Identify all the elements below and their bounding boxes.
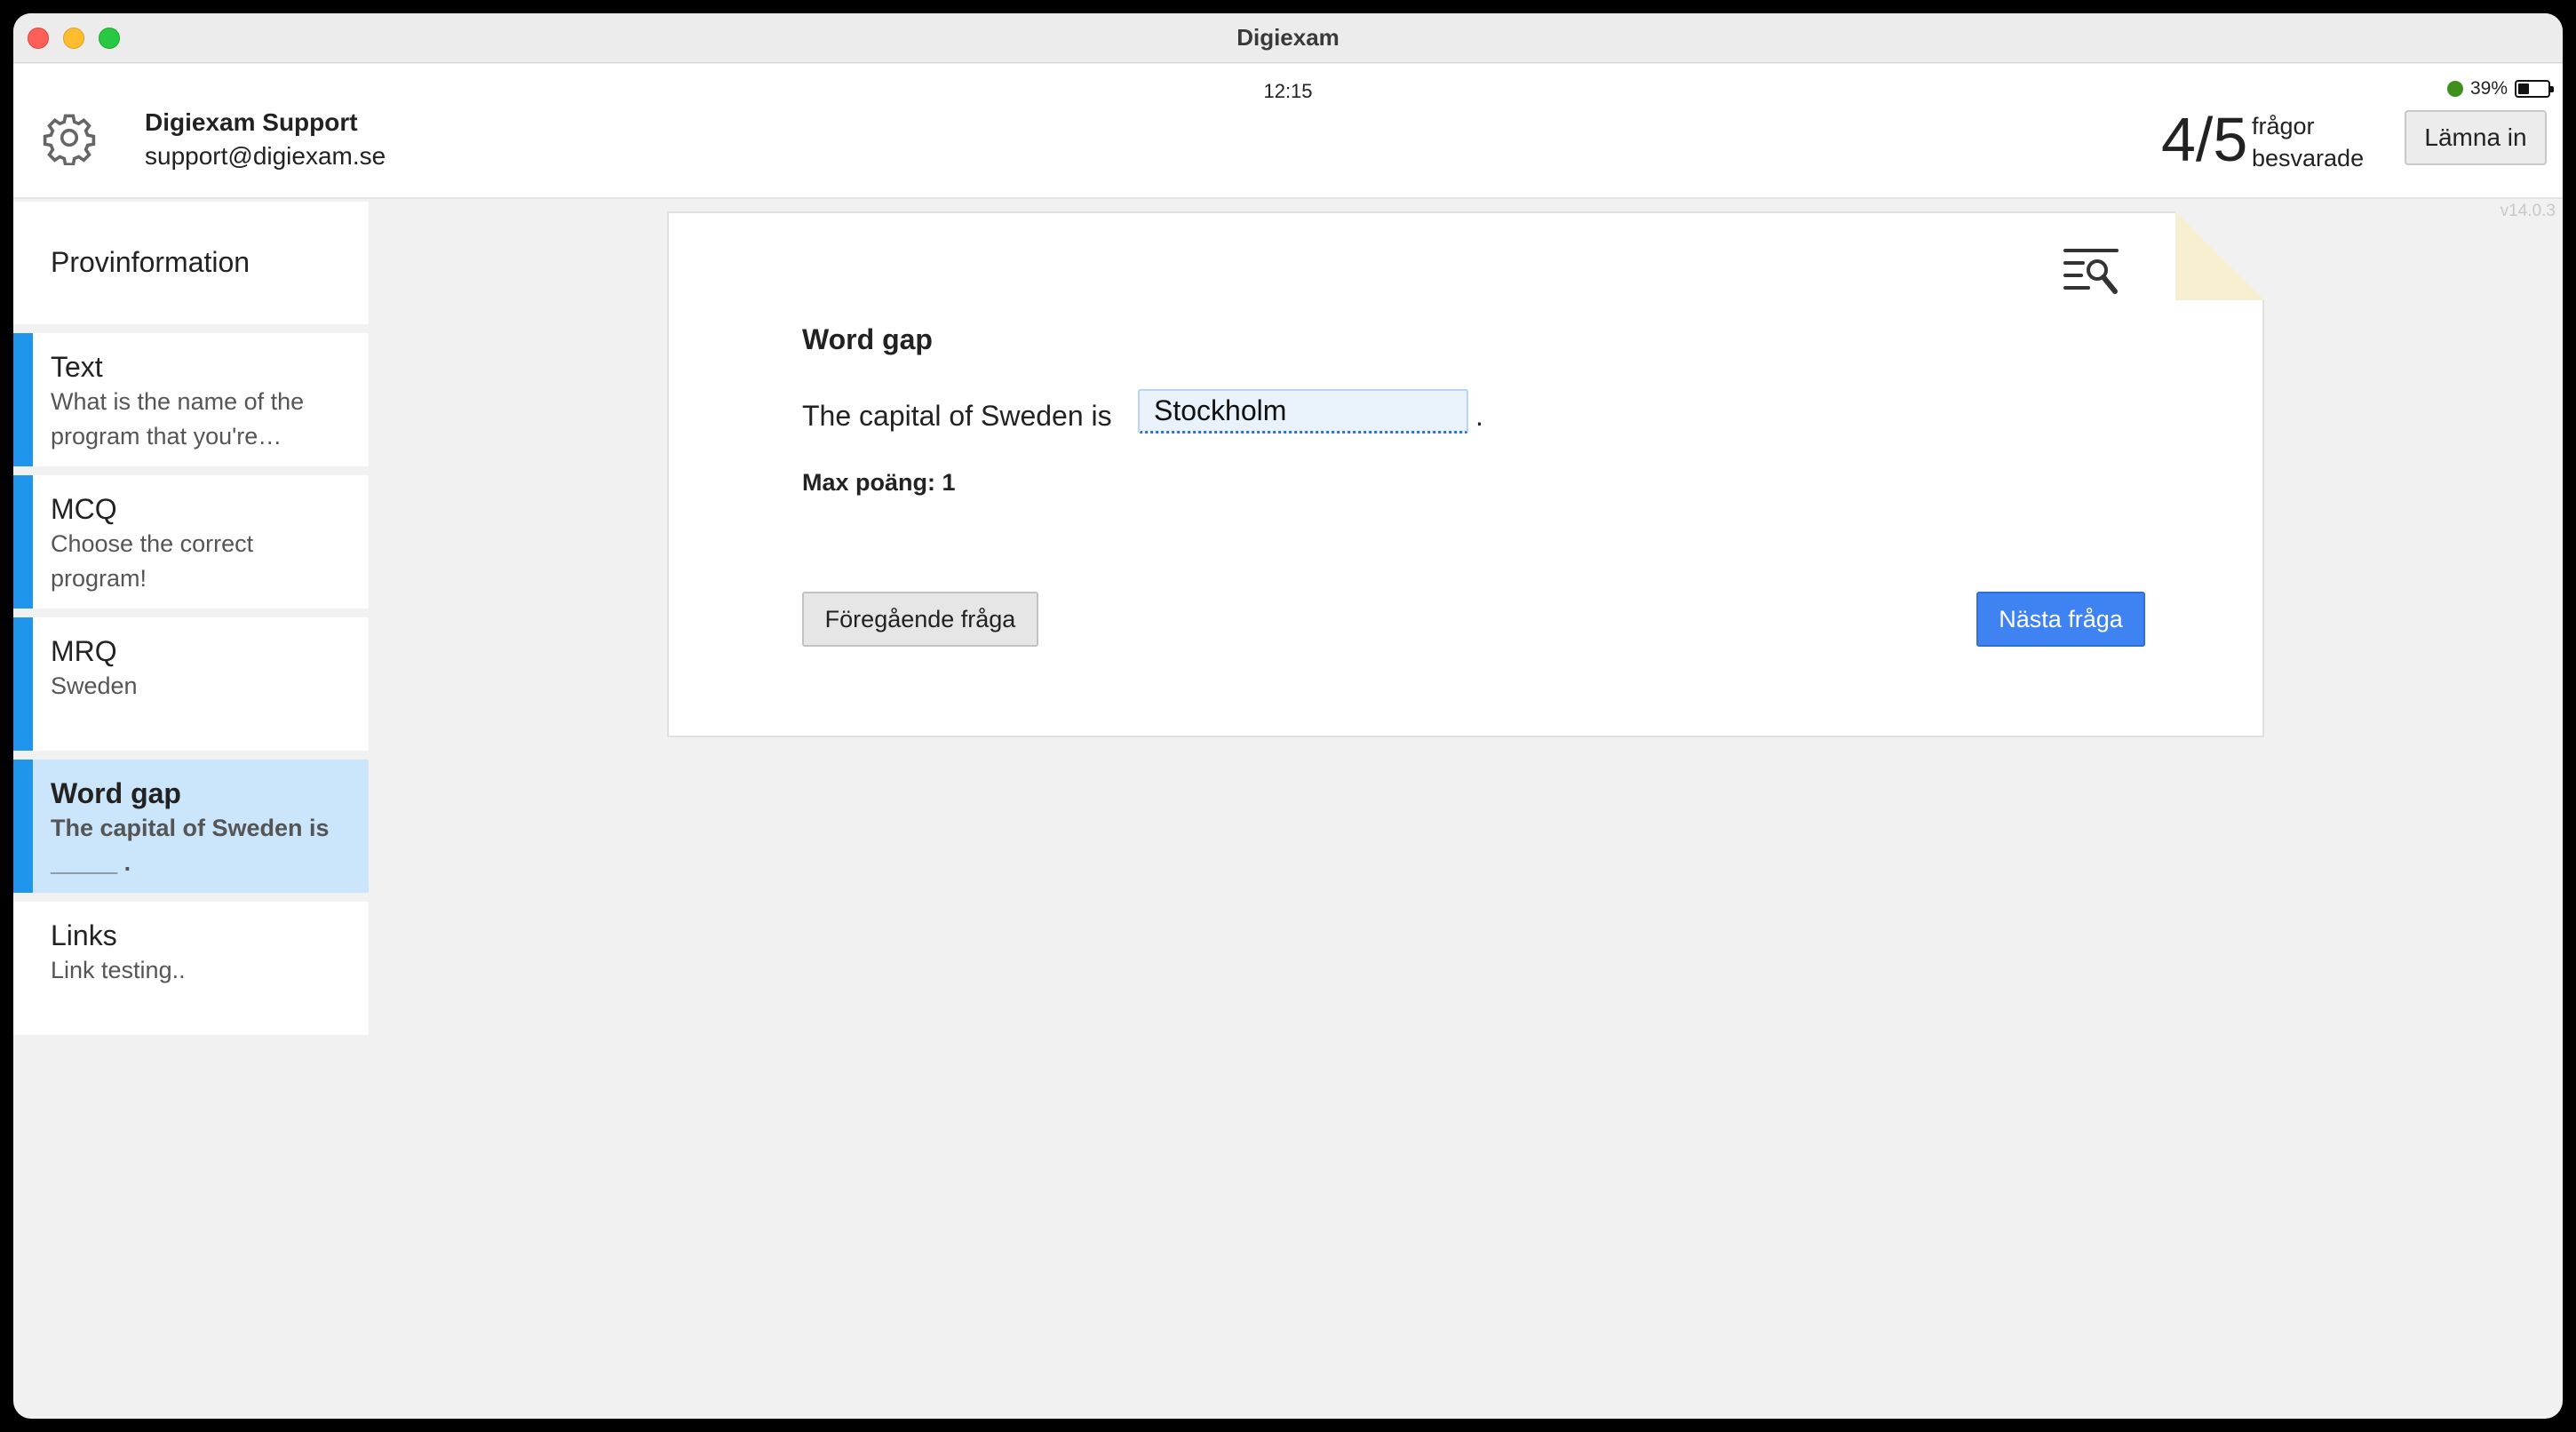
max-points: Max poäng: 1 [802, 469, 956, 496]
gear-icon[interactable] [42, 110, 97, 165]
sidebar-item-subtitle: Sweden [51, 672, 138, 699]
submit-exam-button[interactable]: Lämna in [2405, 110, 2547, 165]
sidebar-item-subtitle: The capital of Sweden is _____ . [51, 815, 330, 876]
sidebar-item-word-gap[interactable]: Word gap The capital of Sweden is _____ … [13, 760, 369, 893]
sidebar-item-title: Links [51, 919, 117, 951]
answered-label-line2: besvarade [2252, 145, 2365, 171]
sidebar-item-mrq[interactable]: MRQ Sweden [13, 617, 369, 751]
question-card: Word gap The capital of Sweden is . Max … [667, 211, 2264, 737]
question-title: Word gap [802, 323, 933, 355]
answered-count: 4/5 [2161, 105, 2248, 174]
status-dot-icon [2446, 81, 2463, 97]
word-gap-input[interactable] [1138, 389, 1468, 434]
sidebar-item-text[interactable]: Text What is the name of the program tha… [13, 333, 369, 466]
sidebar-item-subtitle: Link testing.. [51, 957, 186, 983]
clock: 12:15 [1263, 80, 1313, 102]
previous-question-button[interactable]: Föregående fråga [802, 592, 1038, 647]
battery-icon [2515, 80, 2554, 98]
user-name: Digiexam Support [145, 108, 358, 136]
battery-percent: 39% [2469, 78, 2508, 99]
sidebar-item-title: MCQ [51, 493, 117, 525]
sidebar-item-links[interactable]: Links Link testing.. [13, 902, 369, 1035]
answered-label: frågor besvarade [2252, 110, 2364, 174]
next-question-button[interactable]: Nästa fråga [1976, 592, 2145, 647]
app-header: 12:15 39% Digiexam Support support@digie… [13, 64, 2563, 199]
question-text: The capital of Sweden is [802, 400, 1112, 432]
version-label: v14.0.3 [2500, 202, 2556, 220]
sidebar-item-exam-info[interactable]: Provinformation [13, 202, 369, 324]
user-email: support@digiexam.se [145, 142, 386, 170]
page-corner-fold [2175, 211, 2264, 300]
sidebar-item-title: MRQ [51, 635, 117, 667]
title-bar: Digiexam [13, 13, 2563, 63]
text-search-icon[interactable] [2062, 245, 2120, 300]
question-sidebar: Provinformation Text What is the name of… [13, 202, 369, 1044]
sidebar-item-mcq[interactable]: MCQ Choose the correct program! [13, 475, 369, 609]
question-text-after: . [1475, 400, 1483, 432]
battery-fill [2518, 84, 2529, 94]
sidebar-item-title: Word gap [51, 777, 181, 809]
battery-indicator: 39% [2446, 78, 2554, 99]
answered-label-line1: frågor [2252, 113, 2315, 139]
app-window: Digiexam 12:15 39% Digiexam Support supp… [13, 13, 2563, 1419]
sidebar-item-subtitle: What is the name of the program that you… [51, 388, 305, 449]
sidebar-item-subtitle: Choose the correct program! [51, 530, 254, 592]
window-title: Digiexam [1236, 24, 1340, 51]
sidebar-item-title: Text [51, 351, 103, 383]
